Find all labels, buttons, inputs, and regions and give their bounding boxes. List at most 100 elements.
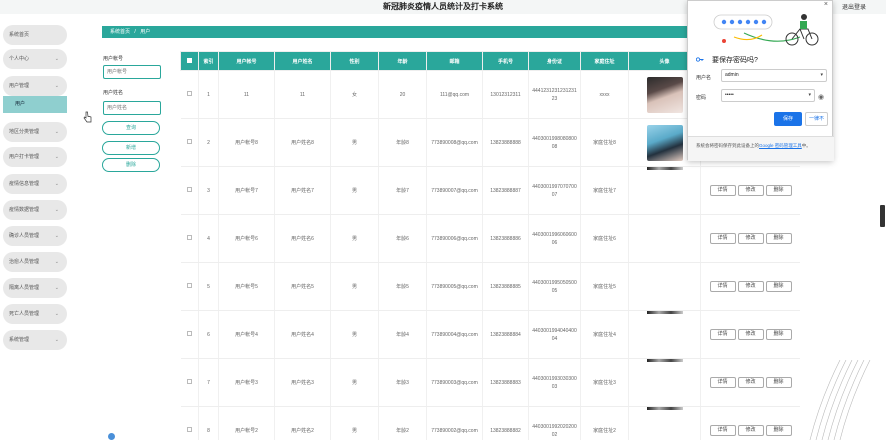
row-checkbox[interactable]: [186, 138, 192, 144]
detail-button[interactable]: 详情: [709, 329, 736, 340]
sidebar-item-profile[interactable]: 个人中心 ⌄: [3, 49, 67, 69]
index-cell: 1: [198, 70, 219, 119]
phone-cell: 13823888884: [482, 310, 529, 359]
sidebar-item-label: 系统首页: [9, 32, 30, 38]
sidebar-item-label: 治愈人员管理: [9, 259, 40, 265]
sidebar-item-user-management[interactable]: 用户管理 ⌄: [3, 76, 67, 96]
row-checkbox[interactable]: [186, 282, 192, 288]
idcard-cell: 440300199303030003: [528, 358, 581, 407]
detail-button[interactable]: 详情: [709, 425, 736, 436]
table-row: 4 用户帐号6 用户姓名6 男年龄6 773890006@qq.com 138238888…: [180, 214, 800, 263]
index-cell: 8: [198, 406, 219, 440]
sidebar-item-region[interactable]: 地区分类管理 ⌄: [3, 122, 67, 142]
password-field[interactable]: ••••• ▾: [721, 89, 815, 102]
actions-cell: 详情 修改 删除: [700, 310, 800, 359]
row-checkbox-cell: [180, 214, 199, 263]
edit-button[interactable]: 修改: [737, 281, 764, 292]
sidebar-subitem-user[interactable]: 用户: [3, 96, 67, 113]
sidebar-item-checkin[interactable]: 用户打卡管理 ⌄: [3, 147, 67, 167]
close-icon[interactable]: ×: [824, 1, 828, 8]
row-checkbox[interactable]: [186, 186, 192, 192]
table-row: 5 用户帐号5 用户姓名5 男年龄5 773890005@qq.com 138238888…: [180, 262, 800, 311]
delete-button[interactable]: 删除: [765, 425, 792, 436]
key-icon: [696, 57, 704, 62]
sidebar-item-epidemic-info[interactable]: 疫情信息管理 ⌄: [3, 174, 67, 194]
sidebar-item-deceased[interactable]: 死亡人员管理 ⌄: [3, 304, 67, 324]
avatar-cell: [628, 358, 701, 407]
account-search-input[interactable]: [103, 65, 161, 79]
edit-button[interactable]: 修改: [737, 329, 764, 340]
edit-button[interactable]: 修改: [737, 185, 764, 196]
sidebar-item-home[interactable]: 系统首页: [3, 25, 67, 45]
detail-button[interactable]: 详情: [709, 281, 736, 292]
avatar: [646, 76, 683, 113]
sidebar: 系统首页 个人中心 ⌄ 用户管理 ⌄ 用户 地区分类管理 ⌄ 用户打卡管理 ⌄ 疫情信息…: [0, 14, 72, 440]
edit-button[interactable]: 修改: [737, 425, 764, 436]
address-cell: 家庭住址6: [580, 214, 629, 263]
scrollbar-thumb[interactable]: [880, 205, 885, 227]
email-cell: 773890005@qq.com: [426, 262, 483, 311]
account-label: 用户帐号: [103, 56, 124, 62]
batch-delete-button[interactable]: 删除: [102, 158, 160, 172]
save-password-button[interactable]: 保存: [774, 112, 802, 126]
breadcrumb-home[interactable]: 系统首页: [110, 29, 130, 35]
account-cell: 用户帐号4: [218, 310, 275, 359]
avatar: [646, 359, 683, 362]
chevron-down-icon: ⌄: [54, 207, 59, 213]
edit-button[interactable]: 修改: [737, 233, 764, 244]
popup-title: 要保存密码吗?: [712, 57, 758, 64]
gender-cell: 女: [330, 70, 379, 119]
sidebar-item-confirmed[interactable]: 确诊人员管理 ⌄: [3, 226, 67, 246]
idcard-cell: 440300199808080008: [528, 118, 581, 167]
chevron-down-icon: ⌄: [54, 259, 59, 265]
delete-button[interactable]: 删除: [765, 329, 792, 340]
sidebar-item-label: 用户管理: [9, 83, 30, 89]
delete-button[interactable]: 删除: [765, 377, 792, 388]
sidebar-item-cured[interactable]: 治愈人员管理 ⌄: [3, 252, 67, 272]
detail-button[interactable]: 详情: [709, 233, 736, 244]
name-search-input[interactable]: [103, 101, 161, 115]
address-cell: 家庭住址3: [580, 358, 629, 407]
email-cell: 773890003@qq.com: [426, 358, 483, 407]
detail-button[interactable]: 详情: [709, 377, 736, 388]
avatar-cell: [628, 262, 701, 311]
sidebar-item-epidemic-data[interactable]: 疫情数据管理 ⌄: [3, 200, 67, 220]
phone-cell: 13823888882: [482, 406, 529, 440]
dropdown-arrow-icon[interactable]: ▾: [808, 90, 811, 101]
decorative-lines: [809, 360, 871, 440]
row-checkbox-cell: [180, 118, 199, 167]
detail-button[interactable]: 详情: [709, 185, 736, 196]
dropdown-arrow-icon[interactable]: ▾: [820, 70, 823, 81]
logout-link[interactable]: 退出登录: [842, 2, 866, 11]
index-cell: 3: [198, 166, 219, 215]
idcard-cell: 440300199606060006: [528, 214, 581, 263]
row-checkbox[interactable]: [186, 234, 192, 240]
header-account: 用户帐号: [218, 51, 275, 71]
chevron-down-icon: ⌄: [54, 129, 59, 135]
add-button[interactable]: 新增: [102, 141, 160, 155]
header-checkbox[interactable]: [180, 51, 199, 71]
select-all-checkbox[interactable]: [187, 57, 192, 63]
password-manager-link[interactable]: Google 密码管理工具: [759, 143, 802, 148]
never-save-button[interactable]: 一律不: [805, 112, 828, 126]
row-checkbox[interactable]: [186, 90, 192, 96]
row-checkbox-cell: [180, 166, 199, 215]
address-cell: xxxx: [580, 70, 629, 119]
delete-button[interactable]: 删除: [765, 233, 792, 244]
show-password-eye-icon[interactable]: ◉: [818, 93, 824, 101]
query-button[interactable]: 查询: [102, 121, 160, 135]
age-cell: 年龄3: [378, 358, 427, 407]
row-checkbox[interactable]: [186, 378, 192, 384]
username-field[interactable]: admin ▾: [721, 69, 827, 82]
delete-button[interactable]: 删除: [765, 281, 792, 292]
sidebar-item-system[interactable]: 系统管理 ⌄: [3, 330, 67, 350]
row-checkbox[interactable]: [186, 426, 192, 432]
edit-button[interactable]: 修改: [737, 377, 764, 388]
email-cell: 773890008@qq.com: [426, 118, 483, 167]
sidebar-item-quarantine[interactable]: 隔离人员管理 ⌄: [3, 278, 67, 298]
delete-button[interactable]: 删除: [765, 185, 792, 196]
sidebar-item-label: 用户打卡管理: [9, 154, 40, 160]
avatar: [646, 407, 683, 410]
row-checkbox[interactable]: [186, 330, 192, 336]
gender-cell: 男: [330, 118, 379, 167]
